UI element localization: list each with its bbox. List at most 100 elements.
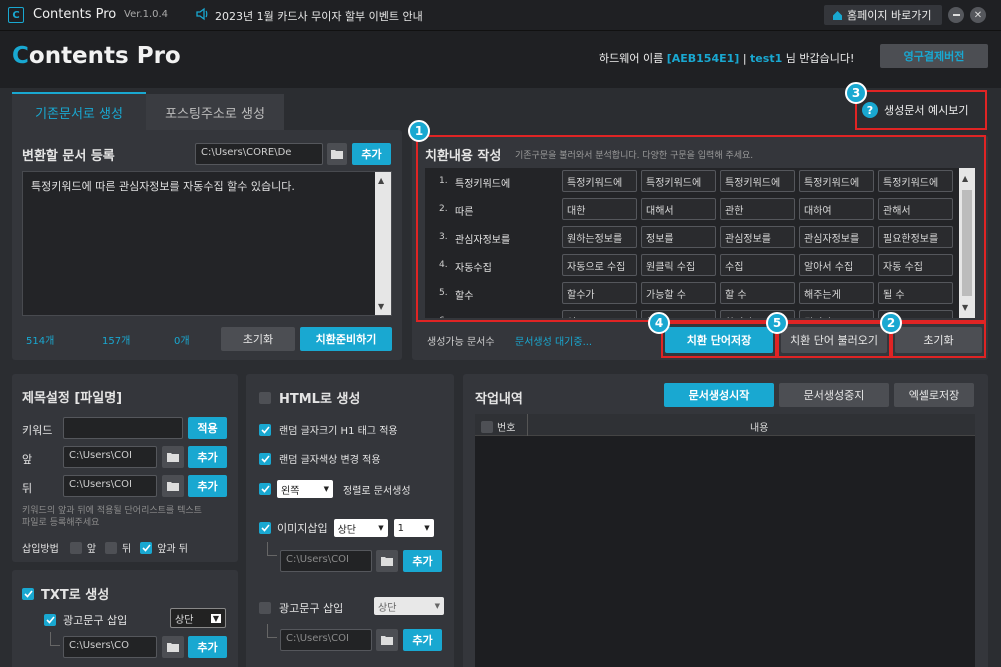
replace-row-number: 5.	[439, 288, 448, 298]
convert-text-area[interactable]: 특정키워드에 따른 관심자정보를 자동수집 할수 있습니다. ▲ ▼	[22, 171, 392, 316]
folder-icon[interactable]	[376, 550, 398, 572]
replace-cell-input[interactable]: 될 수	[878, 282, 953, 304]
replace-cell-input[interactable]: 됩니다	[799, 310, 874, 318]
tab-existing-document[interactable]: 기존문서로 생성	[12, 92, 146, 130]
html-ad-path-input[interactable]: C:\Users\COI	[280, 629, 372, 651]
front-add-button[interactable]: 추가	[188, 446, 227, 468]
col-num: 번호	[481, 419, 515, 434]
stop-generation-button[interactable]: 문서생성중지	[779, 383, 889, 407]
html-ad-checkbox[interactable]	[259, 602, 271, 614]
app-icon: C	[8, 7, 24, 23]
html-image-path-input[interactable]: C:\Users\COI	[280, 550, 372, 572]
replace-cell-input[interactable]: 관심자정보를	[799, 226, 874, 248]
txt-checkbox[interactable]	[22, 587, 34, 600]
html-opt1[interactable]: 랜덤 글자크기 H1 태그 적용	[259, 422, 398, 437]
txt-toggle[interactable]: TXT로 생성	[22, 584, 109, 603]
replace-cell-input[interactable]: 자동 수집	[878, 254, 953, 276]
select-all-checkbox[interactable]	[481, 420, 493, 433]
html-image-count-select[interactable]: 1 ▼	[393, 519, 434, 537]
html-toggle[interactable]: HTML로 생성	[259, 388, 360, 407]
keyword-apply-button[interactable]: 적용	[188, 417, 227, 439]
txt-add-button[interactable]: 추가	[188, 636, 227, 658]
homepage-button[interactable]: 홈페이지 바로가기	[824, 5, 942, 25]
keyword-input[interactable]	[63, 417, 183, 439]
scrollbar[interactable]: ▲ ▼	[375, 172, 391, 315]
insert-back-checkbox[interactable]	[105, 541, 118, 554]
replace-cell-input[interactable]: 관심정보를	[720, 226, 795, 248]
replace-cell-input[interactable]: 가능할 수	[641, 282, 716, 304]
replace-cell-input[interactable]: 특정키워드에	[720, 170, 795, 192]
replace-cell-input[interactable]: 할 수	[720, 282, 795, 304]
start-generation-button[interactable]: 문서생성시작	[664, 383, 774, 407]
replace-cell-input[interactable]: 수집	[720, 254, 795, 276]
replace-cell-input[interactable]: 관한	[720, 198, 795, 220]
txt-ad-checkbox[interactable]	[44, 614, 56, 626]
folder-icon[interactable]	[162, 636, 184, 658]
load-replace-button[interactable]: 치환 단어 불러오기	[781, 327, 887, 353]
scroll-thumb[interactable]	[962, 190, 972, 296]
scroll-down-icon: ▼	[378, 302, 385, 311]
replace-cell-input[interactable]: 자동으로 수집	[562, 254, 637, 276]
html-opt2-checkbox[interactable]	[259, 452, 271, 465]
replace-cell-input[interactable]: 정보를	[641, 226, 716, 248]
license-button[interactable]: 영구결제버전	[880, 44, 988, 68]
folder-icon[interactable]	[162, 475, 184, 497]
txt-path-input[interactable]: C:\Users\CO	[63, 636, 157, 658]
html-align-checkbox[interactable]	[259, 483, 271, 495]
back-add-button[interactable]: 추가	[188, 475, 227, 497]
folder-icon[interactable]	[327, 143, 347, 165]
replace-cell-input[interactable]: 원하는정보를	[562, 226, 637, 248]
gen-status: 문서생성 대기중...	[515, 337, 593, 348]
txt-ad-toggle[interactable]: 광고문구 삽입	[44, 612, 127, 628]
html-opt2[interactable]: 랜덤 글자색상 변경 적용	[259, 451, 381, 466]
replace-cell-input[interactable]: 특정키워드에	[641, 170, 716, 192]
tab-posting-url[interactable]: 포스팅주소로 생성	[146, 94, 284, 130]
speaker-icon	[195, 7, 209, 21]
replace-cell-input[interactable]: 대해서	[641, 198, 716, 220]
html-opt1-checkbox[interactable]	[259, 423, 271, 436]
folder-icon[interactable]	[162, 446, 184, 468]
convert-path-input[interactable]: C:\Users\CORE\De	[195, 143, 323, 165]
insert-front-checkbox[interactable]	[69, 541, 82, 554]
replace-cell-input[interactable]: 대한	[562, 198, 637, 220]
badge-2: 2	[880, 312, 902, 334]
html-image-position-select[interactable]: 상단 ▼	[333, 519, 388, 537]
replace-cell-input[interactable]: 특정키워드에	[799, 170, 874, 192]
html-checkbox[interactable]	[259, 391, 271, 404]
html-ad-position-select[interactable]: 상단 ▼	[374, 597, 444, 615]
convert-reset-button[interactable]: 초기화	[221, 327, 295, 351]
html-image-add-button[interactable]: 추가	[403, 550, 442, 572]
count-total: 514개	[26, 336, 55, 347]
notice-link[interactable]: 2023년 1월 카드사 무이자 할부 이벤트 안내	[215, 8, 423, 24]
replace-scrollbar[interactable]: ▲ ▼	[959, 168, 975, 318]
keyword-label: 키워드	[22, 424, 53, 437]
replace-cell-input[interactable]: 필요한정보를	[878, 226, 953, 248]
html-align-select[interactable]: 왼쪽 ▼	[277, 480, 333, 498]
replace-cell-input[interactable]: 관해서	[878, 198, 953, 220]
back-path-input[interactable]: C:\Users\COI	[63, 475, 157, 497]
txt-ad-position-select[interactable]: 상단 ▼	[170, 608, 226, 628]
folder-icon[interactable]	[376, 629, 398, 651]
convert-title: 변환할 문서 등록	[22, 149, 115, 164]
replace-cell-input[interactable]: 할수가	[562, 282, 637, 304]
replace-cell-input[interactable]: 해주는게	[799, 282, 874, 304]
html-ad-label: 광고문구 삽입	[279, 602, 344, 615]
excel-save-button[interactable]: 엑셀로저장	[894, 383, 974, 407]
html-ad-add-button[interactable]: 추가	[403, 629, 442, 651]
replace-cell-input[interactable]: 특정키워드에	[562, 170, 637, 192]
replace-cell-input[interactable]: 특정키워드에	[878, 170, 953, 192]
replace-cell-input[interactable]: 원클릭 수집	[641, 254, 716, 276]
convert-add-button[interactable]: 추가	[352, 143, 391, 165]
html-image-checkbox[interactable]	[259, 522, 271, 534]
insert-both-checkbox[interactable]	[140, 541, 153, 554]
replace-cell-input[interactable]: 알아서 수집	[799, 254, 874, 276]
replace-cell-input[interactable]: 있죠	[562, 310, 637, 318]
minimize-button[interactable]	[948, 7, 964, 23]
close-button[interactable]: ✕	[970, 7, 986, 23]
front-path-input[interactable]: C:\Users\COI	[63, 446, 157, 468]
replace-cell-input[interactable]: 대하여	[799, 198, 874, 220]
prepare-replace-button[interactable]: 치환준비하기	[300, 327, 392, 351]
save-replace-button[interactable]: 치환 단어저장	[665, 327, 773, 353]
replace-reset-button[interactable]: 초기화	[895, 327, 982, 353]
preview-button[interactable]: ? 생성문서 예시보기	[862, 99, 982, 121]
